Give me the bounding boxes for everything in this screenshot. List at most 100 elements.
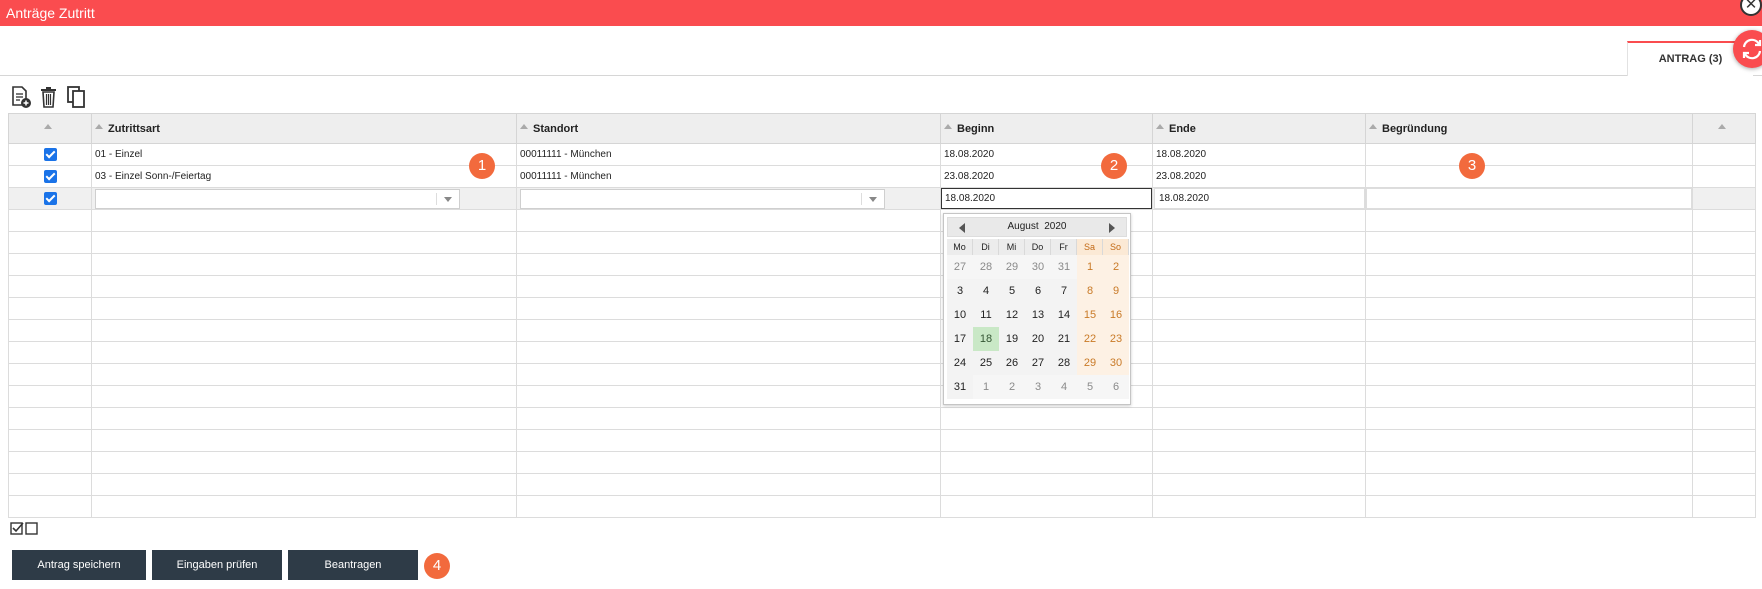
calendar-day[interactable]: 27: [947, 255, 973, 279]
calendar-day[interactable]: 24: [947, 351, 973, 375]
calendar-day[interactable]: 20: [1025, 327, 1051, 351]
cell-begruendung[interactable]: [1365, 165, 1693, 188]
header-beginn[interactable]: Beginn: [940, 113, 1153, 144]
cell-standort[interactable]: 00011111 - München: [516, 165, 941, 188]
calendar-day[interactable]: 3: [947, 279, 973, 303]
save-request-button[interactable]: Antrag speichern: [12, 550, 146, 580]
cell-extra: [1692, 143, 1756, 166]
row-checkbox[interactable]: [43, 170, 57, 183]
calendar-day[interactable]: 27: [1025, 351, 1051, 375]
ende-date-input[interactable]: 18.08.2020: [1154, 188, 1365, 209]
cell-zutrittsart[interactable]: 01 - Einzel: [91, 143, 517, 166]
calendar-day[interactable]: 11: [973, 303, 999, 327]
date-picker-month[interactable]: August: [1008, 221, 1039, 232]
next-month-icon[interactable]: [1109, 223, 1115, 233]
header-ende[interactable]: Ende: [1152, 113, 1366, 144]
calendar-day[interactable]: 2: [1103, 255, 1129, 279]
calendar-day[interactable]: 3: [1025, 375, 1051, 399]
calendar-day[interactable]: 26: [999, 351, 1025, 375]
cell-ende[interactable]: 23.08.2020: [1152, 165, 1366, 188]
calendar-day[interactable]: 2: [999, 375, 1025, 399]
calendar-day[interactable]: 12: [999, 303, 1025, 327]
calendar-day[interactable]: 5: [1077, 375, 1103, 399]
cell-extra: [1692, 165, 1756, 188]
calendar-day[interactable]: 29: [999, 255, 1025, 279]
calendar-day[interactable]: 28: [1051, 351, 1077, 375]
empty-row: [8, 473, 1756, 496]
header-begruendung[interactable]: Begründung: [1365, 113, 1693, 144]
submit-request-button[interactable]: Beantragen: [288, 550, 418, 580]
title-bar: Anträge Zutritt ✕: [0, 0, 1762, 26]
calendar-day[interactable]: 25: [973, 351, 999, 375]
calendar-day[interactable]: 4: [1051, 375, 1077, 399]
close-icon[interactable]: ✕: [1740, 0, 1762, 16]
calendar-day[interactable]: 13: [1025, 303, 1051, 327]
new-document-icon[interactable]: [10, 85, 32, 109]
weekday-header: Di: [973, 239, 999, 255]
empty-row: [8, 407, 1756, 430]
calendar-day[interactable]: 9: [1103, 279, 1129, 303]
calendar-day[interactable]: 29: [1077, 351, 1103, 375]
beginn-date-input[interactable]: 18.08.2020: [941, 188, 1152, 209]
callout-badge: 2: [1101, 153, 1127, 179]
calendar-day[interactable]: 22: [1077, 327, 1103, 351]
calendar-day[interactable]: 30: [1025, 255, 1051, 279]
calendar-day[interactable]: 16: [1103, 303, 1129, 327]
sort-icon: [95, 124, 103, 130]
edit-row[interactable]: 18.08.2020 18.08.2020: [8, 187, 1756, 210]
sort-icon: [944, 124, 952, 130]
date-picker-year[interactable]: 2020: [1044, 221, 1066, 232]
calendar-day[interactable]: 8: [1077, 279, 1103, 303]
table-row[interactable]: 03 - Einzel Sonn-/Feiertag 00011111 - Mü…: [8, 165, 1756, 188]
calendar-day[interactable]: 6: [1103, 375, 1129, 399]
calendar-day[interactable]: 18: [973, 327, 999, 351]
row-checkbox[interactable]: [43, 192, 57, 205]
calendar-day[interactable]: 21: [1051, 327, 1077, 351]
calendar-day[interactable]: 31: [1051, 255, 1077, 279]
empty-row: [8, 429, 1756, 452]
refresh-icon[interactable]: [1733, 30, 1762, 68]
calendar-day[interactable]: 31: [947, 375, 973, 399]
select-all-toggle-icon[interactable]: [10, 521, 40, 537]
table-row[interactable]: 01 - Einzel 00011111 - München 18.08.202…: [8, 143, 1756, 166]
cell-ende[interactable]: 18.08.2020: [1152, 143, 1366, 166]
empty-row: [8, 231, 1756, 254]
calendar-day[interactable]: 17: [947, 327, 973, 351]
header-standort[interactable]: Standort: [516, 113, 941, 144]
calendar-day[interactable]: 23: [1103, 327, 1129, 351]
calendar-day[interactable]: 4: [973, 279, 999, 303]
calendar-day[interactable]: 15: [1077, 303, 1103, 327]
calendar-day[interactable]: 14: [1051, 303, 1077, 327]
header-zutrittsart[interactable]: Zutrittsart: [91, 113, 517, 144]
calendar-day[interactable]: 7: [1051, 279, 1077, 303]
calendar-day[interactable]: 6: [1025, 279, 1051, 303]
header-select[interactable]: [8, 113, 92, 144]
copy-icon[interactable]: [66, 85, 88, 109]
calendar-day[interactable]: 28: [973, 255, 999, 279]
cell-begruendung[interactable]: [1365, 143, 1693, 166]
calendar-day[interactable]: 19: [999, 327, 1025, 351]
tab-strip: [0, 75, 1762, 76]
calendar-day[interactable]: 10: [947, 303, 973, 327]
chevron-down-icon[interactable]: [869, 196, 877, 202]
check-inputs-button[interactable]: Eingaben prüfen: [152, 550, 282, 580]
chevron-down-icon[interactable]: [444, 196, 452, 202]
weekday-header: Sa: [1077, 239, 1103, 255]
calendar-day[interactable]: 30: [1103, 351, 1129, 375]
calendar-day[interactable]: 1: [1077, 255, 1103, 279]
prev-month-icon[interactable]: [959, 223, 965, 233]
cell-zutrittsart[interactable]: 03 - Einzel Sonn-/Feiertag: [91, 165, 517, 188]
cell-extra: [1692, 187, 1756, 210]
calendar-day[interactable]: 1: [973, 375, 999, 399]
standort-select[interactable]: [520, 188, 885, 209]
header-label: Ende: [1169, 122, 1196, 135]
date-picker-header: August 2020: [947, 217, 1127, 237]
header-extra[interactable]: [1692, 113, 1756, 144]
cell-standort[interactable]: 00011111 - München: [516, 143, 941, 166]
begruendung-input[interactable]: [1366, 188, 1692, 209]
row-checkbox[interactable]: [43, 148, 57, 161]
sort-icon: [1369, 124, 1377, 130]
calendar-day[interactable]: 5: [999, 279, 1025, 303]
zutrittsart-select[interactable]: [95, 188, 460, 209]
trash-icon[interactable]: [38, 85, 60, 109]
